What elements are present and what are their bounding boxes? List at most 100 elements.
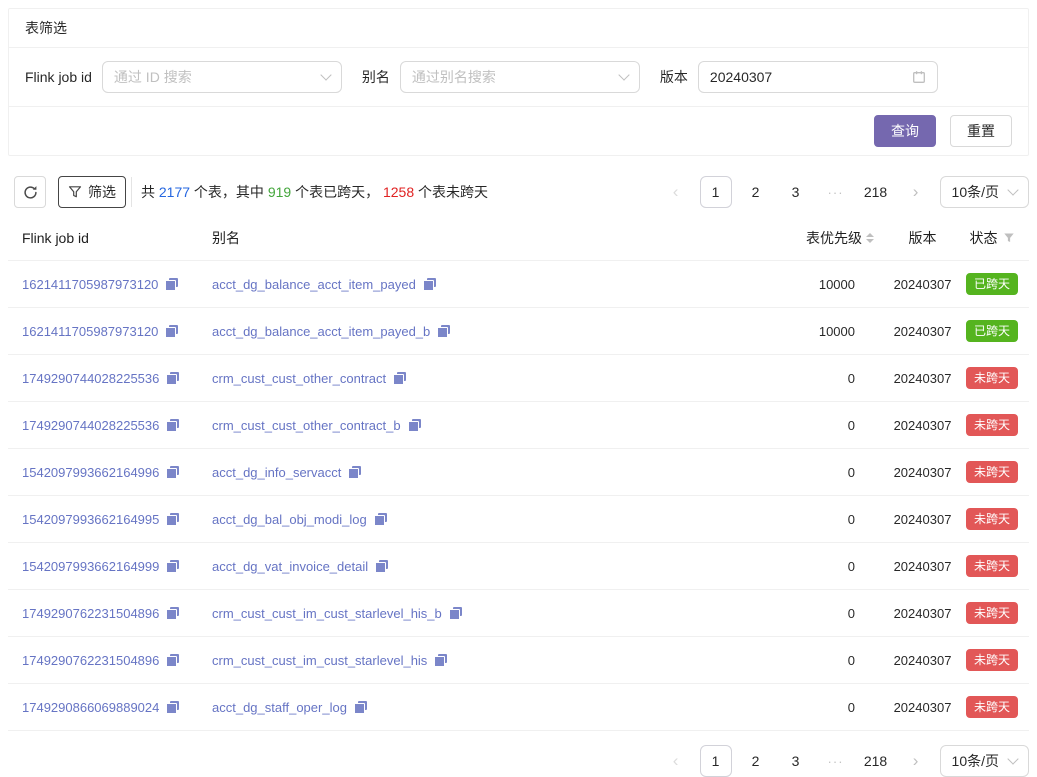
copy-icon[interactable]: [165, 325, 178, 338]
priority-cell: 0: [740, 496, 890, 543]
copy-icon[interactable]: [166, 513, 179, 526]
copy-icon[interactable]: [166, 419, 179, 432]
flink-job-id-link[interactable]: 1621411705987973120: [22, 277, 158, 292]
page-button-2[interactable]: 2: [740, 745, 772, 777]
alias-cell: crm_cust_cust_im_cust_starlevel_his: [204, 637, 740, 684]
flink-job-id-field: Flink job id 通过 ID 搜索: [25, 61, 342, 93]
alias-link[interactable]: crm_cust_cust_im_cust_starlevel_his: [212, 653, 427, 668]
prev-page-button[interactable]: ‹: [660, 745, 692, 777]
status-filter-icon[interactable]: [1003, 232, 1015, 244]
prev-page-button[interactable]: ‹: [660, 176, 692, 208]
flink-job-id-cell: 1749290744028225536: [8, 402, 204, 449]
alias-label: 别名: [362, 67, 390, 87]
toolbar: 筛选 共 2177 个表，其中 919 个表已跨天， 1258 个表未跨天 ‹ …: [14, 176, 1029, 208]
page-button-218[interactable]: 218: [860, 176, 892, 208]
priority-header-label: 表优先级: [806, 228, 862, 248]
flink-job-id-link[interactable]: 1749290744028225536: [22, 371, 159, 386]
alias-select[interactable]: 通过别名搜索: [400, 61, 640, 93]
version-date-input[interactable]: 20240307: [698, 61, 938, 93]
copy-icon[interactable]: [408, 419, 421, 432]
copy-icon[interactable]: [449, 607, 462, 620]
status-badge: 未跨天: [966, 508, 1018, 530]
alias-link[interactable]: crm_cust_cust_other_contract_b: [212, 418, 401, 433]
alias-link[interactable]: acct_dg_balance_acct_item_payed: [212, 277, 416, 292]
summary-text: 个表，其中: [190, 184, 268, 200]
flink-job-id-select[interactable]: 通过 ID 搜索: [102, 61, 342, 93]
copy-icon[interactable]: [437, 325, 450, 338]
next-page-button[interactable]: ›: [900, 176, 932, 208]
alias-field: 别名 通过别名搜索: [362, 61, 640, 93]
page-button-2[interactable]: 2: [740, 176, 772, 208]
chevron-down-icon: [1007, 753, 1018, 764]
copy-icon[interactable]: [374, 513, 387, 526]
priority-cell: 10000: [740, 308, 890, 355]
copy-icon[interactable]: [423, 278, 436, 291]
flink-job-id-link[interactable]: 1621411705987973120: [22, 324, 158, 339]
flink-job-id-cell: 1542097993662164996: [8, 449, 204, 496]
version-cell: 20240307: [890, 355, 955, 402]
page-size-value: 10条/页: [952, 751, 999, 771]
copy-icon[interactable]: [166, 654, 179, 667]
alias-link[interactable]: acct_dg_bal_obj_modi_log: [212, 512, 367, 527]
page-size-select[interactable]: 10条/页: [940, 745, 1029, 777]
flink-job-id-cell: 1749290762231504896: [8, 637, 204, 684]
next-page-button[interactable]: ›: [900, 745, 932, 777]
page-button-1[interactable]: 1: [700, 745, 732, 777]
refresh-button[interactable]: [14, 176, 46, 208]
column-header-version: 版本: [890, 216, 955, 261]
reset-button[interactable]: 重置: [950, 115, 1012, 147]
flink-job-id-link[interactable]: 1749290866069889024: [22, 700, 159, 715]
page-size-select[interactable]: 10条/页: [940, 176, 1029, 208]
refresh-icon: [23, 185, 38, 200]
alias-link[interactable]: acct_dg_staff_oper_log: [212, 700, 347, 715]
copy-icon[interactable]: [393, 372, 406, 385]
flink-job-id-link[interactable]: 1749290744028225536: [22, 418, 159, 433]
copy-icon[interactable]: [354, 701, 367, 714]
page-button-1[interactable]: 1: [700, 176, 732, 208]
copy-icon[interactable]: [166, 372, 179, 385]
copy-icon[interactable]: [165, 278, 178, 291]
copy-icon[interactable]: [434, 654, 447, 667]
sort-icon: [866, 233, 874, 243]
status-cell: 未跨天: [955, 449, 1029, 496]
page-button-3[interactable]: 3: [780, 745, 812, 777]
alias-link[interactable]: crm_cust_cust_im_cust_starlevel_his_b: [212, 606, 442, 621]
page-ellipsis[interactable]: ···: [820, 176, 852, 208]
flink-job-id-link[interactable]: 1542097993662164999: [22, 559, 159, 574]
page-ellipsis[interactable]: ···: [820, 745, 852, 777]
alias-link[interactable]: acct_dg_balance_acct_item_payed_b: [212, 324, 430, 339]
flink-job-id-link[interactable]: 1749290762231504896: [22, 606, 159, 621]
alias-link[interactable]: acct_dg_info_servacct: [212, 465, 341, 480]
alias-link[interactable]: crm_cust_cust_other_contract: [212, 371, 386, 386]
table-row: 1749290744028225536 crm_cust_cust_other_…: [8, 355, 1029, 402]
filter-toggle-button[interactable]: 筛选: [58, 176, 126, 208]
column-header-status[interactable]: 状态: [955, 216, 1029, 261]
flink-job-id-cell: 1621411705987973120: [8, 261, 204, 308]
status-cell: 未跨天: [955, 355, 1029, 402]
flink-job-id-cell: 1749290744028225536: [8, 355, 204, 402]
copy-icon[interactable]: [348, 466, 361, 479]
flink-job-id-link[interactable]: 1749290762231504896: [22, 653, 159, 668]
page-button-3[interactable]: 3: [780, 176, 812, 208]
alias-link[interactable]: acct_dg_vat_invoice_detail: [212, 559, 368, 574]
column-header-alias: 别名: [204, 216, 740, 261]
version-date-value: 20240307: [710, 69, 772, 85]
flink-job-id-link[interactable]: 1542097993662164996: [22, 465, 159, 480]
funnel-icon: [68, 185, 82, 199]
page-button-218[interactable]: 218: [860, 745, 892, 777]
status-cell: 已跨天: [955, 261, 1029, 308]
copy-icon[interactable]: [375, 560, 388, 573]
query-button[interactable]: 查询: [874, 115, 936, 147]
column-header-priority[interactable]: 表优先级: [740, 216, 890, 261]
copy-icon[interactable]: [166, 701, 179, 714]
table-body: 1621411705987973120 acct_dg_balance_acct…: [8, 261, 1029, 731]
table-row: 1749290866069889024 acct_dg_staff_oper_l…: [8, 684, 1029, 731]
copy-icon[interactable]: [166, 560, 179, 573]
copy-icon[interactable]: [166, 466, 179, 479]
status-cell: 未跨天: [955, 543, 1029, 590]
flink-job-id-link[interactable]: 1542097993662164995: [22, 512, 159, 527]
copy-icon[interactable]: [166, 607, 179, 620]
version-cell: 20240307: [890, 543, 955, 590]
status-badge: 未跨天: [966, 414, 1018, 436]
alias-cell: acct_dg_vat_invoice_detail: [204, 543, 740, 590]
